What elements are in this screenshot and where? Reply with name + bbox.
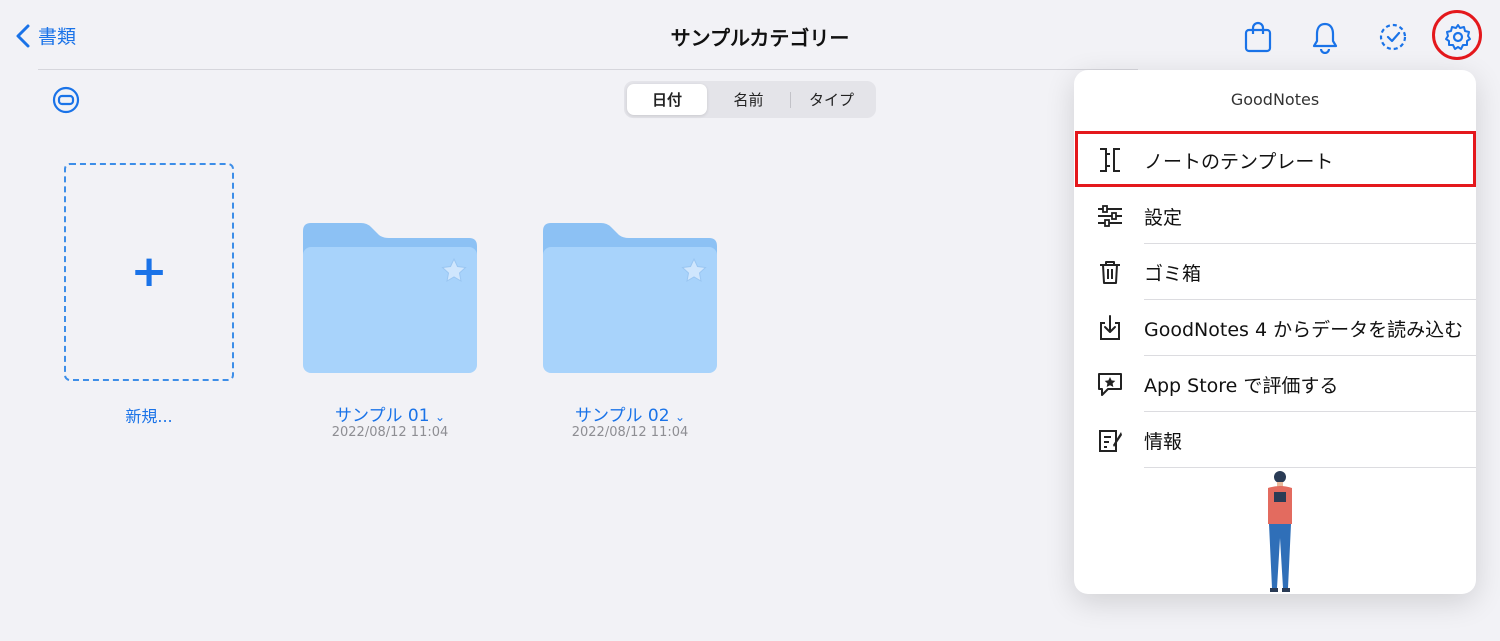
menu-item-import[interactable]: GoodNotes 4 からデータを読み込む xyxy=(1074,300,1476,356)
bell-icon[interactable] xyxy=(1310,20,1340,55)
shopping-bag-icon[interactable] xyxy=(1243,20,1273,54)
new-item-button[interactable]: + xyxy=(64,163,234,381)
folder-name[interactable]: サンプル 01 ⌄ xyxy=(290,401,490,426)
menu-title: GoodNotes xyxy=(1230,90,1320,109)
check-circle-icon[interactable] xyxy=(1378,20,1408,54)
page-title: サンプルカテゴリー xyxy=(670,26,850,50)
trash-icon xyxy=(1096,258,1124,286)
header-divider xyxy=(38,69,1138,70)
folder-date: 2022/08/12 11:04 xyxy=(571,425,689,440)
menu-item-settings[interactable]: 設定 xyxy=(1074,188,1476,244)
chevron-left-icon xyxy=(16,24,30,47)
menu-divider xyxy=(1144,467,1476,468)
person-illustration xyxy=(1268,471,1292,592)
menu-item-label: App Store で評価する xyxy=(1144,374,1339,397)
folder-item[interactable] xyxy=(543,223,717,373)
menu-item-label: 設定 xyxy=(1144,206,1183,229)
sliders-icon xyxy=(1096,202,1124,230)
info-icon xyxy=(1096,426,1124,454)
plus-icon: + xyxy=(130,246,168,297)
back-label: 書類 xyxy=(38,26,77,48)
chevron-down-icon: ⌄ xyxy=(674,410,685,424)
menu-item-trash[interactable]: ゴミ箱 xyxy=(1074,244,1476,300)
import-icon xyxy=(1096,314,1124,342)
sort-option-name[interactable]: 名前 xyxy=(707,84,790,115)
select-mode-icon[interactable] xyxy=(52,86,80,114)
menu-item-label: GoodNotes 4 からデータを読み込む xyxy=(1144,318,1464,341)
folder-date: 2022/08/12 11:04 xyxy=(331,425,449,440)
menu-item-label: 情報 xyxy=(1144,430,1183,453)
sort-option-type[interactable]: タイプ xyxy=(790,84,873,115)
new-item-label[interactable]: 新規... xyxy=(64,403,234,427)
rate-icon xyxy=(1096,370,1124,398)
top-bar: 書類 サンプルカテゴリー xyxy=(0,0,1500,70)
template-highlight-box xyxy=(1075,131,1476,187)
menu-item-info[interactable]: 情報 xyxy=(1074,412,1476,468)
folder-name[interactable]: サンプル 02 ⌄ xyxy=(530,401,730,426)
back-button[interactable]: 書類 xyxy=(14,22,76,49)
gear-highlight-circle xyxy=(1432,10,1482,60)
folder-icon xyxy=(543,223,717,373)
sort-option-date[interactable]: 日付 xyxy=(627,84,707,115)
menu-item-rate[interactable]: App Store で評価する xyxy=(1074,356,1476,412)
folder-item[interactable] xyxy=(303,223,477,373)
sort-segmented-control: 日付 名前 タイプ xyxy=(624,81,876,118)
menu-item-label: ゴミ箱 xyxy=(1144,262,1202,285)
folder-icon xyxy=(303,223,477,373)
chevron-down-icon: ⌄ xyxy=(434,410,445,424)
